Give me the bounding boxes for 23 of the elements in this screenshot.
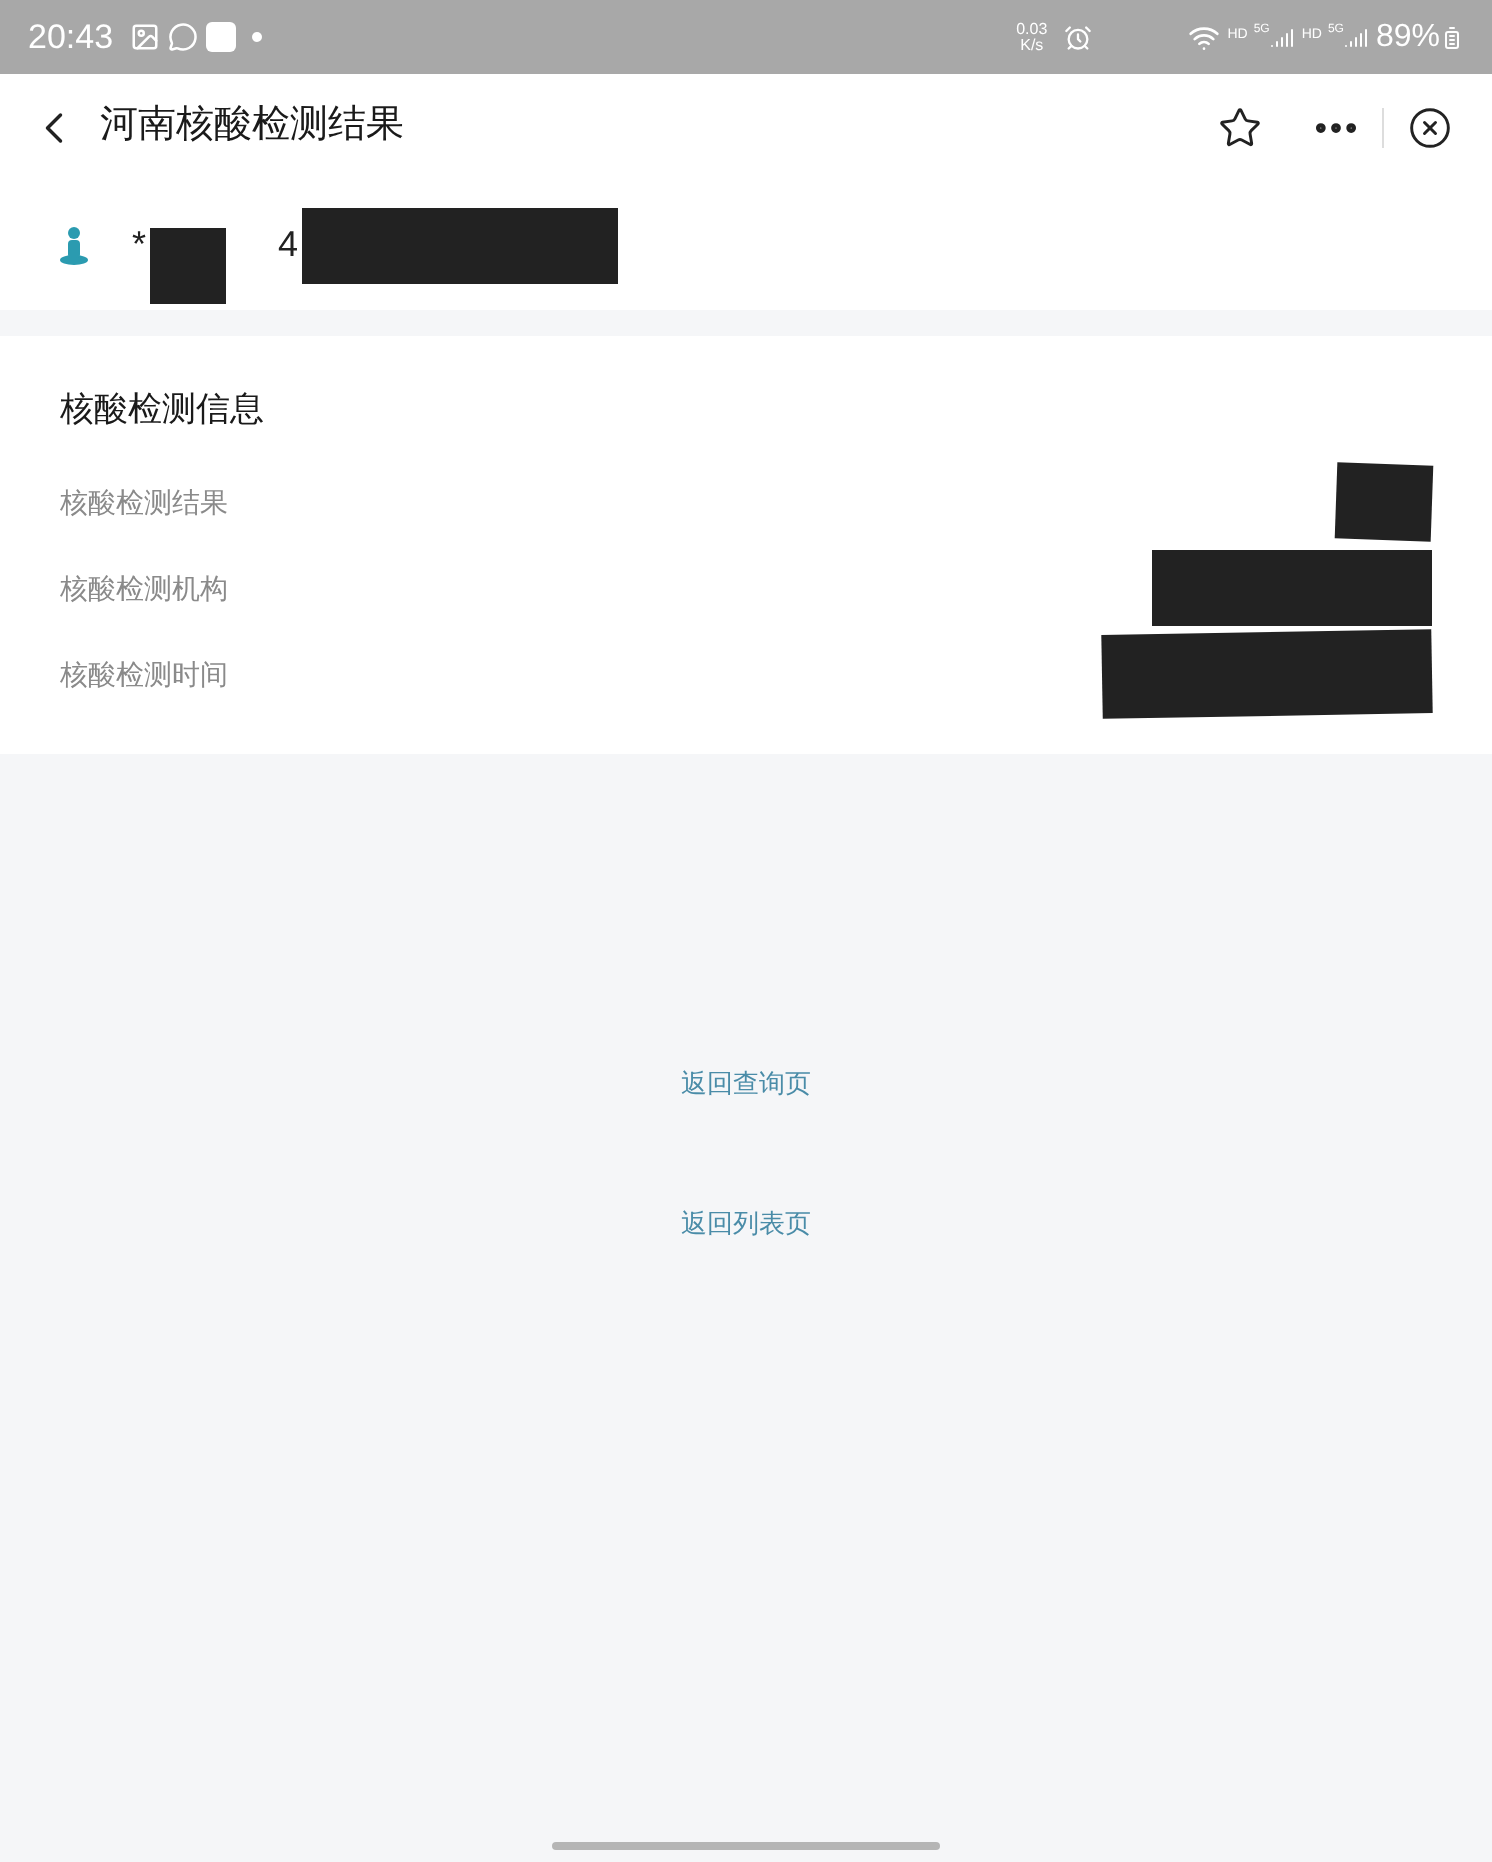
app-icon bbox=[205, 22, 236, 52]
section-title: 核酸检测信息 bbox=[60, 388, 266, 432]
nav-link[interactable]: 返回列表页 bbox=[681, 1203, 811, 1243]
gallery-icon bbox=[129, 22, 160, 52]
star-icon[interactable] bbox=[1218, 105, 1262, 149]
field-label: 核酸检测结果 bbox=[60, 483, 228, 521]
net-speed-value: 0.03 bbox=[1016, 21, 1048, 37]
alarm-icon bbox=[1063, 23, 1092, 51]
page-title: 河南核酸检测结果 bbox=[100, 102, 404, 151]
person-icon bbox=[56, 225, 92, 265]
user-name: * bbox=[132, 222, 147, 268]
close-icon[interactable] bbox=[1408, 105, 1452, 149]
wifi-icon bbox=[1187, 21, 1220, 53]
field-label: 核酸检测时间 bbox=[60, 655, 228, 693]
redaction-block bbox=[1334, 462, 1434, 542]
chat-icon bbox=[167, 22, 198, 52]
nav-link[interactable]: 返回查询页 bbox=[681, 1063, 811, 1103]
user-id: 4 bbox=[278, 222, 299, 268]
status-time: 20:43 bbox=[28, 15, 114, 60]
battery-percent: 89% bbox=[1375, 17, 1440, 57]
field-label: 核酸检测机构 bbox=[60, 569, 228, 607]
redaction-block bbox=[150, 227, 227, 303]
net-speed-unit: K/s bbox=[1020, 37, 1044, 53]
